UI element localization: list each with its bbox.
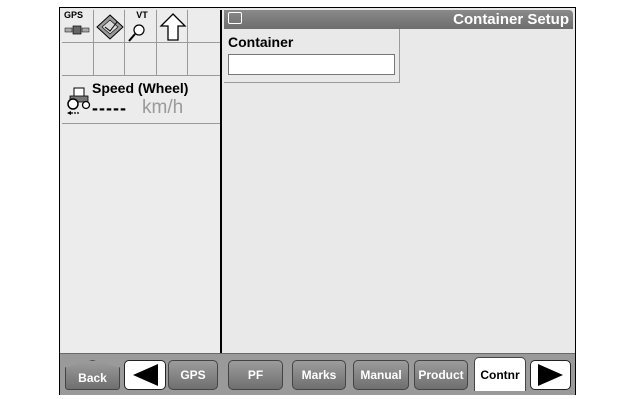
bottom-toolbar: Back GPS PF Marks Manual Product Contnr: [60, 353, 575, 395]
container-field-group: Container: [224, 29, 400, 83]
tab-pf[interactable]: PF: [228, 360, 283, 390]
screen-icon: [228, 12, 242, 24]
empty-cell: [62, 43, 94, 76]
app-frame: GPS VT Speed (Wheel) ----- km/h Containe…: [59, 7, 576, 395]
tab-manual[interactable]: Manual: [353, 360, 409, 390]
gps-status-cell[interactable]: GPS: [62, 10, 94, 43]
tab-gps-label: GPS: [180, 368, 206, 382]
tab-marks-label: Marks: [301, 368, 337, 382]
status-panel: GPS VT Speed (Wheel) ----- km/h: [62, 10, 222, 358]
tab-pf-label: PF: [247, 368, 264, 382]
tab-product-label: Product: [418, 368, 464, 382]
empty-cell: [188, 43, 220, 76]
back-button-label: Back: [78, 371, 107, 385]
empty-cell: [125, 43, 157, 76]
tab-gps[interactable]: GPS: [168, 360, 218, 390]
satellite-icon: [64, 25, 90, 35]
right-arrow-icon: [537, 364, 563, 386]
next-page-button[interactable]: [530, 360, 571, 390]
tab-contnr[interactable]: Contnr: [474, 357, 526, 391]
speed-unit: km/h: [142, 97, 184, 118]
left-arrow-icon: [133, 364, 158, 386]
empty-cell: [156, 43, 189, 76]
field-status-cell[interactable]: [93, 10, 126, 43]
back-button[interactable]: Back: [65, 360, 120, 390]
up-arrow-icon: [159, 13, 187, 41]
status-icon-grid: GPS VT: [62, 10, 220, 76]
speed-readout: Speed (Wheel) ----- km/h: [62, 76, 220, 124]
previous-page-button[interactable]: [124, 360, 166, 390]
tab-marks[interactable]: Marks: [292, 360, 346, 390]
up-arrow-cell[interactable]: [156, 10, 189, 43]
magnifier-icon: [128, 24, 145, 42]
speed-title: Speed (Wheel): [92, 80, 189, 96]
gps-tag: GPS: [64, 10, 84, 20]
tab-manual-label: Manual: [360, 368, 402, 382]
empty-cell: [93, 43, 126, 76]
tab-product[interactable]: Product: [414, 360, 468, 390]
page-title-bar: Container Setup: [224, 10, 573, 29]
tractor-icon: [67, 87, 91, 115]
container-input[interactable]: [228, 54, 395, 75]
container-label: Container: [228, 34, 294, 50]
page-title: Container Setup: [453, 11, 569, 28]
field-map-icon: [95, 14, 124, 40]
empty-cell: [188, 10, 220, 43]
vt-tag: VT: [136, 10, 148, 20]
tab-contnr-label: Contnr: [480, 367, 520, 382]
vt-status-cell[interactable]: VT: [125, 10, 157, 43]
speed-value: -----: [92, 98, 127, 118]
